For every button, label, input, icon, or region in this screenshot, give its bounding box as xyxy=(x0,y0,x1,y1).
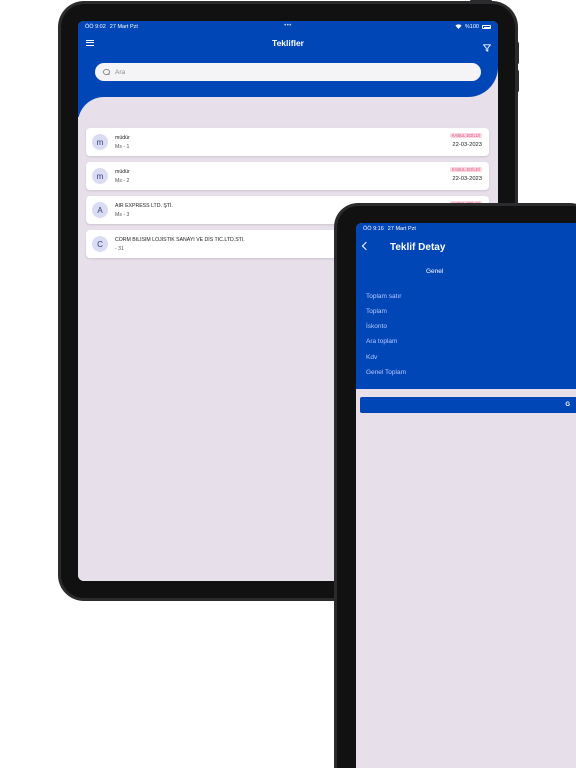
offer-name: CORM BILISIM LOJISTIK SANAYI VE DIS TIC.… xyxy=(115,237,245,243)
status-time: ÖÖ 9:02 xyxy=(85,24,106,30)
filter-icon[interactable] xyxy=(483,39,491,52)
status-time: ÖÖ 9:16 xyxy=(363,226,384,232)
tablet-side-button xyxy=(516,70,519,92)
battery-icon xyxy=(482,25,491,29)
summary-label-grand-total: Genel Toplam xyxy=(366,369,406,376)
status-badge: KABUL EDİLDİ xyxy=(449,167,482,172)
offer-date: 22-03-2023 xyxy=(452,176,482,182)
offer-detail-screen: ÖÖ 9:16 27 Mart Pzt Teklif Detay Genel T… xyxy=(356,223,576,768)
status-date: 27 Mart Pzt xyxy=(387,226,416,232)
wifi-icon xyxy=(455,23,462,31)
action-button[interactable]: G xyxy=(360,397,576,413)
search-input[interactable]: Ara xyxy=(95,63,481,81)
summary-label-discount: İskonto xyxy=(366,323,387,330)
summary-label-subtotal: Ara toplam xyxy=(366,338,398,345)
avatar: m xyxy=(92,134,108,150)
offer-detail-header xyxy=(356,223,576,389)
offer-date: 22-03-2023 xyxy=(452,142,482,148)
avatar: C xyxy=(92,236,108,252)
offer-name: AIR EXPRESS LTD. ŞTİ. xyxy=(115,203,173,209)
search-placeholder: Ara xyxy=(115,68,126,76)
list-item[interactable]: m müdür Ms - 2 KABUL EDİLDİ 22-03-2023 xyxy=(86,162,489,190)
page: ÖÖ 9:02 27 Mart Pzt ••• %100 Teklifler A… xyxy=(0,0,576,768)
status-bar: ÖÖ 9:16 27 Mart Pzt xyxy=(356,223,576,235)
battery-percent: %100 xyxy=(464,24,479,30)
offer-number: Ms - 3 xyxy=(115,212,130,218)
avatar: A xyxy=(92,202,108,218)
search-icon xyxy=(103,68,110,76)
summary-label-vat: Kdv xyxy=(366,354,378,361)
summary-label-total-rows: Toplam satır xyxy=(366,293,402,300)
status-bar: ÖÖ 9:02 27 Mart Pzt ••• %100 xyxy=(78,21,498,33)
offer-number: - 31 xyxy=(115,246,124,252)
offer-name: müdür xyxy=(115,135,130,141)
summary-label-total: Toplam xyxy=(366,308,387,315)
page-title: Teklif Detay xyxy=(390,242,446,253)
tab-general[interactable]: Genel xyxy=(426,268,443,275)
tablet-top-button xyxy=(470,0,492,2)
offer-number: Ms - 2 xyxy=(115,178,130,184)
offer-name: müdür xyxy=(115,169,130,175)
status-badge: KABUL EDİLDİ xyxy=(449,133,482,138)
avatar: m xyxy=(92,168,108,184)
list-item[interactable]: m müdür Ms - 1 KABUL EDİLDİ 22-03-2023 xyxy=(86,128,489,156)
offer-number: Ms - 1 xyxy=(115,144,130,150)
tablet-side-button xyxy=(516,42,519,64)
tablet-front: ÖÖ 9:16 27 Mart Pzt Teklif Detay Genel T… xyxy=(334,203,576,768)
multitasking-dots-icon[interactable]: ••• xyxy=(284,23,292,29)
page-title: Teklifler xyxy=(272,38,304,48)
status-date: 27 Mart Pzt xyxy=(109,24,138,30)
